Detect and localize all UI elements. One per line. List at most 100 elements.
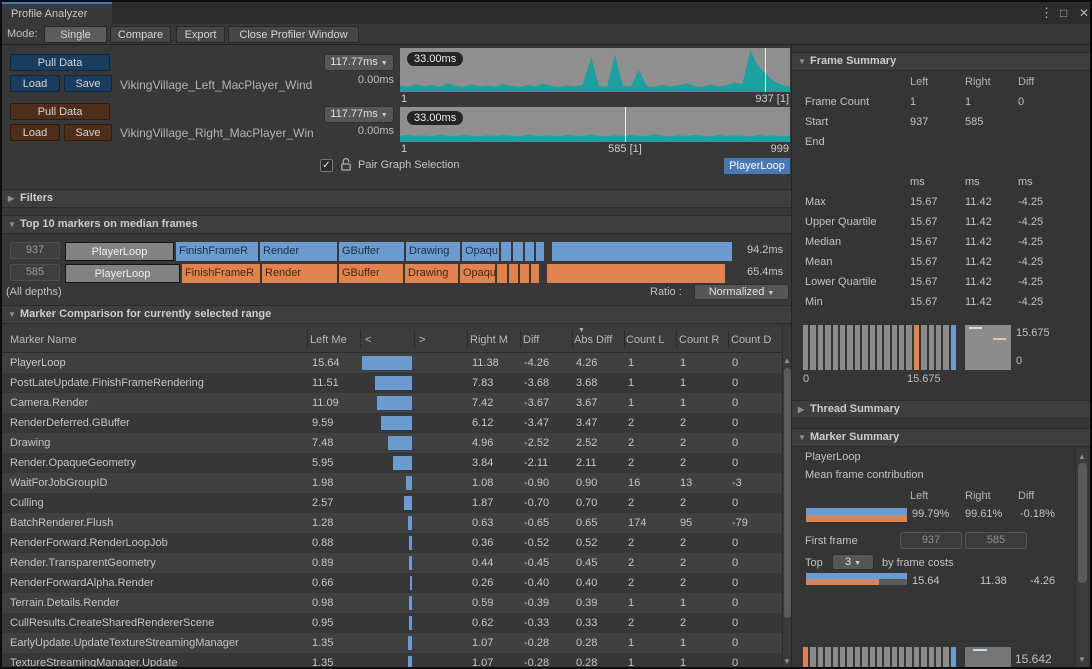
top10-marker-segment[interactable]: Drawing	[406, 242, 460, 261]
top10-marker-segment[interactable]: Opaqu	[462, 242, 499, 261]
table-row[interactable]: Camera.Render11.097.42-3.673.67110	[2, 393, 782, 413]
top10-marker-segment[interactable]: GBuffer	[339, 264, 403, 283]
marker-summary-scrollbar[interactable]: ▲ ▼	[1075, 449, 1088, 667]
column-divider[interactable]	[728, 330, 729, 349]
maximize-icon[interactable]: □	[1060, 6, 1067, 20]
right-frame-graph[interactable]: 33.00ms	[400, 107, 790, 142]
top10-marker-segment[interactable]	[536, 242, 544, 261]
top10-marker-segment[interactable]	[525, 242, 534, 261]
top10-marker-segment[interactable]: Opaqu	[460, 264, 495, 283]
right-yaxis-max-dropdown[interactable]: 117.77ms▼	[324, 106, 394, 123]
table-row[interactable]: RenderForwardAlpha.Render0.660.26-0.400.…	[2, 573, 782, 593]
column-divider[interactable]	[676, 330, 677, 349]
mode-single-button[interactable]: Single	[44, 26, 107, 43]
table-row[interactable]: CullResults.CreateSharedRendererScene0.9…	[2, 613, 782, 633]
top10-marker-segment[interactable]: FinishFrameR	[176, 242, 258, 261]
pair-graph-checkbox[interactable]: ✓	[320, 159, 333, 172]
column-header--[interactable]: <	[365, 334, 371, 346]
column-header-abs-diff[interactable]: Abs Diff	[574, 334, 612, 346]
column-header-count-d[interactable]: Count D	[731, 334, 771, 346]
top10-marker-segment[interactable]: PlayerLoop	[65, 264, 180, 283]
table-row[interactable]: EarlyUpdate.UpdateTextureStreamingManage…	[2, 633, 782, 653]
left-frame-graph[interactable]: 33.00ms	[400, 48, 790, 92]
column-divider[interactable]	[307, 330, 308, 349]
column-divider[interactable]	[572, 330, 573, 349]
table-row[interactable]: PlayerLoop15.6411.38-4.264.26110	[2, 353, 782, 373]
thread-summary-header[interactable]: ▶Thread Summary	[792, 400, 1090, 419]
top10-marker-segment[interactable]: GBuffer	[339, 242, 404, 261]
table-row[interactable]: TextureStreamingManager.Update1.351.07-0…	[2, 653, 782, 669]
column-header--[interactable]: >	[419, 334, 425, 346]
column-divider[interactable]	[624, 330, 625, 349]
top10-marker-segment[interactable]	[501, 242, 511, 261]
frame-time-histogram[interactable]	[803, 325, 959, 370]
marker-histogram[interactable]	[803, 647, 959, 669]
top-n-dropdown[interactable]: 3▼	[832, 554, 874, 570]
save-left-button[interactable]: Save	[64, 75, 112, 92]
export-button[interactable]: Export	[176, 26, 225, 43]
mode-compare-button[interactable]: Compare	[110, 26, 171, 43]
frame-number-box[interactable]: 585	[10, 264, 60, 281]
frame-summary-header[interactable]: ▼Frame Summary	[792, 52, 1090, 71]
box-plot[interactable]	[965, 647, 1011, 669]
scroll-down-icon[interactable]: ▼	[783, 657, 791, 666]
top10-marker-segment[interactable]: Render	[260, 242, 337, 261]
top10-section-header[interactable]: ▼Top 10 markers on median frames	[2, 215, 792, 234]
load-left-button[interactable]: Load	[10, 75, 60, 92]
close-profiler-button[interactable]: Close Profiler Window	[228, 26, 359, 43]
top10-marker-segment[interactable]	[547, 264, 725, 283]
top10-marker-segment[interactable]: Drawing	[405, 264, 458, 283]
top10-marker-segment[interactable]	[497, 264, 507, 283]
column-divider[interactable]	[520, 330, 521, 349]
save-right-button[interactable]: Save	[64, 124, 112, 141]
column-divider[interactable]	[360, 330, 361, 349]
table-row[interactable]: Render.TransparentGeometry0.890.44-0.450…	[2, 553, 782, 573]
table-row[interactable]: Render.OpaqueGeometry5.953.84-2.112.1122…	[2, 453, 782, 473]
first-frame-right-button[interactable]: 585	[965, 532, 1027, 549]
column-header-right-m[interactable]: Right M	[470, 334, 508, 346]
column-header-diff[interactable]: Diff	[523, 334, 539, 346]
menu-icon[interactable]: ⋮	[1040, 5, 1053, 21]
selected-marker-chip[interactable]: PlayerLoop	[724, 158, 790, 174]
column-header-count-l[interactable]: Count L	[626, 334, 665, 346]
scroll-up-icon[interactable]: ▲	[1076, 452, 1088, 461]
frame-number-box[interactable]: 937	[10, 242, 60, 259]
table-row[interactable]: RenderForward.RenderLoopJob0.880.36-0.52…	[2, 533, 782, 553]
table-row[interactable]: BatchRenderer.Flush1.280.63-0.650.651749…	[2, 513, 782, 533]
filters-section-header[interactable]: ▶Filters	[2, 189, 792, 208]
table-scrollbar[interactable]: ▲ ▼	[782, 326, 791, 669]
column-divider[interactable]	[414, 330, 415, 349]
table-row[interactable]: RenderDeferred.GBuffer9.596.12-3.473.472…	[2, 413, 782, 433]
top10-marker-segment[interactable]: PlayerLoop	[65, 242, 174, 261]
table-row[interactable]: PostLateUpdate.FinishFrameRendering11.51…	[2, 373, 782, 393]
table-row[interactable]: Culling2.571.87-0.700.70220	[2, 493, 782, 513]
scroll-up-icon[interactable]: ▲	[783, 356, 791, 365]
top10-marker-segment[interactable]	[509, 264, 518, 283]
box-plot[interactable]	[965, 325, 1011, 370]
table-row[interactable]: Terrain.Details.Render0.980.59-0.390.391…	[2, 593, 782, 613]
top10-marker-segment[interactable]	[513, 242, 523, 261]
ratio-dropdown[interactable]: Normalized▼	[694, 284, 789, 300]
window-tab[interactable]: Profile Analyzer	[2, 2, 112, 24]
load-right-button[interactable]: Load	[10, 124, 60, 141]
comparison-section-header[interactable]: ▼Marker Comparison for currently selecte…	[2, 305, 792, 324]
column-header-left-me[interactable]: Left Me	[310, 334, 347, 346]
top10-marker-segment[interactable]	[552, 242, 732, 261]
top10-marker-segment[interactable]	[531, 264, 539, 283]
table-scrollbar-thumb[interactable]	[784, 368, 791, 618]
column-header-marker-name[interactable]: Marker Name	[10, 334, 77, 346]
table-row[interactable]: WaitForJobGroupID1.981.08-0.900.901613-3	[2, 473, 782, 493]
left-yaxis-max-dropdown[interactable]: 117.77ms▼	[324, 54, 394, 71]
top10-marker-segment[interactable]: FinishFrameR	[182, 264, 260, 283]
top10-marker-segment[interactable]: Render	[262, 264, 337, 283]
table-row[interactable]: Drawing7.484.96-2.522.52220	[2, 433, 782, 453]
marker-summary-scrollbar-thumb[interactable]	[1078, 463, 1087, 583]
column-header-count-r[interactable]: Count R	[679, 334, 719, 346]
column-divider[interactable]	[467, 330, 468, 349]
pull-data-left-button[interactable]: Pull Data	[10, 54, 110, 71]
marker-summary-header[interactable]: ▼Marker Summary	[792, 428, 1090, 447]
first-frame-left-button[interactable]: 937	[900, 532, 962, 549]
scroll-down-icon[interactable]: ▼	[1076, 655, 1088, 664]
close-icon[interactable]: ✕	[1079, 6, 1089, 20]
top10-marker-segment[interactable]	[520, 264, 529, 283]
